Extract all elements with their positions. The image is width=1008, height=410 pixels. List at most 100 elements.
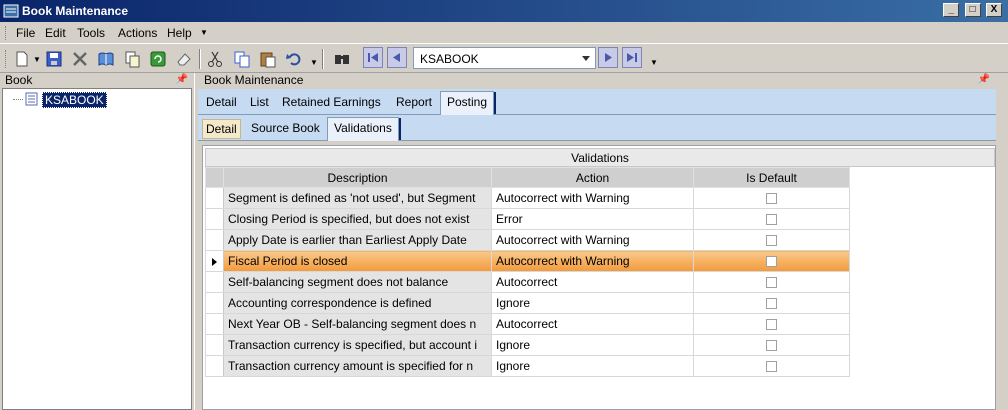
toolbar-separator	[322, 49, 324, 69]
menu-overflow-icon[interactable]: ▼	[200, 28, 208, 37]
validation-action[interactable]: Ignore	[491, 334, 694, 356]
menu-edit[interactable]: Edit	[45, 26, 66, 40]
tree-item-ksabook[interactable]: KSABOOK	[42, 92, 107, 108]
toolbar-overflow-icon[interactable]: ▼	[650, 58, 658, 67]
validations-table: Description Action Is Default Segment is…	[205, 167, 850, 377]
row-selector-header	[205, 167, 224, 188]
title-bar: Book Maintenance _ □ X	[0, 0, 1008, 22]
is-default-checkbox[interactable]	[766, 361, 777, 373]
maximize-button[interactable]: □	[964, 3, 981, 17]
validation-description: Transaction currency is specified, but a…	[223, 334, 492, 356]
new-icon[interactable]	[13, 50, 31, 68]
table-row[interactable]: Segment is defined as 'not used', but Se…	[205, 187, 850, 209]
delete-icon[interactable]	[71, 50, 89, 68]
validation-action[interactable]: Autocorrect with Warning	[491, 229, 694, 251]
first-record-button[interactable]	[363, 47, 383, 68]
previous-record-button[interactable]	[387, 47, 407, 68]
copy-doc-icon[interactable]	[123, 50, 141, 68]
column-header-description[interactable]: Description	[223, 167, 492, 188]
book-tree-pane: Book 📌 KSABOOK	[0, 73, 194, 410]
row-selector[interactable]	[205, 292, 224, 314]
copy-icon[interactable]	[233, 50, 251, 68]
grid-header-row: Description Action Is Default	[205, 167, 850, 188]
validation-action[interactable]: Autocorrect with Warning	[491, 187, 694, 209]
row-selector[interactable]	[205, 355, 224, 377]
is-default-checkbox[interactable]	[766, 340, 777, 352]
book-icon[interactable]	[97, 50, 115, 68]
validation-action[interactable]: Autocorrect with Warning	[491, 250, 694, 272]
table-row[interactable]: Transaction currency is specified, but a…	[205, 334, 850, 356]
menu-file[interactable]: File	[16, 26, 35, 40]
validation-action[interactable]: Ignore	[491, 355, 694, 377]
subtab-validations[interactable]: Validations	[327, 117, 401, 141]
validation-description: Next Year OB - Self-balancing segment do…	[223, 313, 492, 335]
tab-posting[interactable]: Posting	[440, 91, 497, 115]
table-row[interactable]: Self-balancing segment does not balance A…	[205, 271, 850, 293]
is-default-checkbox[interactable]	[766, 298, 777, 310]
grid-title: Validations	[205, 148, 995, 167]
tab-retained-earnings[interactable]: Retained Earnings	[282, 95, 381, 109]
right-pane-header: Book Maintenance 📌	[198, 73, 996, 87]
find-icon[interactable]	[333, 50, 351, 68]
refresh-icon[interactable]	[149, 50, 167, 68]
pin-icon[interactable]: 📌	[978, 73, 990, 87]
chevron-down-icon[interactable]	[579, 50, 593, 66]
validation-action[interactable]: Ignore	[491, 292, 694, 314]
is-default-cell	[693, 250, 850, 272]
table-row[interactable]: Fiscal Period is closed Autocorrect with …	[205, 250, 850, 272]
tab-detail[interactable]: Detail	[206, 95, 237, 109]
row-selector[interactable]	[205, 187, 224, 209]
close-button[interactable]: X	[986, 3, 1002, 17]
new-dropdown-icon[interactable]: ▼	[33, 55, 41, 64]
subtab-detail[interactable]: Detail	[202, 119, 241, 139]
eraser-icon[interactable]	[175, 50, 193, 68]
is-default-checkbox[interactable]	[766, 235, 777, 247]
cut-icon[interactable]	[206, 50, 224, 68]
toolbar-grip[interactable]	[5, 50, 8, 68]
menu-actions[interactable]: Actions	[118, 26, 157, 40]
validations-grid: Validations Description Action Is Defaul…	[205, 148, 995, 377]
is-default-checkbox[interactable]	[766, 256, 777, 268]
row-selector[interactable]	[205, 208, 224, 230]
validation-action[interactable]: Error	[491, 208, 694, 230]
tab-report[interactable]: Report	[396, 95, 432, 109]
row-selector[interactable]	[205, 313, 224, 335]
book-selector[interactable]: KSABOOK	[413, 47, 596, 69]
validation-action[interactable]: Autocorrect	[491, 271, 694, 293]
is-default-checkbox[interactable]	[766, 319, 777, 331]
row-selector[interactable]	[205, 334, 224, 356]
table-row[interactable]: Accounting correspondence is defined Igno…	[205, 292, 850, 314]
last-record-button[interactable]	[622, 47, 642, 68]
menu-grip[interactable]	[5, 26, 8, 40]
tree-connector	[13, 99, 23, 100]
is-default-checkbox[interactable]	[766, 214, 777, 226]
row-selector[interactable]	[205, 250, 224, 272]
book-tree[interactable]: KSABOOK	[2, 88, 192, 410]
menu-tools[interactable]: Tools	[77, 26, 105, 40]
column-header-is-default[interactable]: Is Default	[693, 167, 850, 188]
is-default-checkbox[interactable]	[766, 193, 777, 205]
is-default-checkbox[interactable]	[766, 277, 777, 289]
validation-description: Fiscal Period is closed	[223, 250, 492, 272]
is-default-cell	[693, 271, 850, 293]
save-icon[interactable]	[45, 50, 63, 68]
column-header-action[interactable]: Action	[491, 167, 694, 188]
table-row[interactable]: Closing Period is specified, but does no…	[205, 208, 850, 230]
pin-icon[interactable]: 📌	[176, 73, 188, 87]
table-row[interactable]: Apply Date is earlier than Earliest Appl…	[205, 229, 850, 251]
validation-action[interactable]: Autocorrect	[491, 313, 694, 335]
tab-list[interactable]: List	[250, 95, 269, 109]
validation-description: Segment is defined as 'not used', but Se…	[223, 187, 492, 209]
paste-icon[interactable]	[259, 50, 277, 68]
subtab-source-book[interactable]: Source Book	[251, 121, 320, 135]
next-record-button[interactable]	[598, 47, 618, 68]
minimize-button[interactable]: _	[943, 3, 960, 17]
table-row[interactable]: Transaction currency amount is specified…	[205, 355, 850, 377]
menu-help[interactable]: Help	[167, 26, 192, 40]
window-controls: _ □ X	[941, 3, 1002, 17]
undo-dropdown-icon[interactable]: ▼	[310, 58, 318, 67]
row-selector[interactable]	[205, 229, 224, 251]
table-row[interactable]: Next Year OB - Self-balancing segment do…	[205, 313, 850, 335]
undo-icon[interactable]	[285, 50, 303, 68]
row-selector[interactable]	[205, 271, 224, 293]
